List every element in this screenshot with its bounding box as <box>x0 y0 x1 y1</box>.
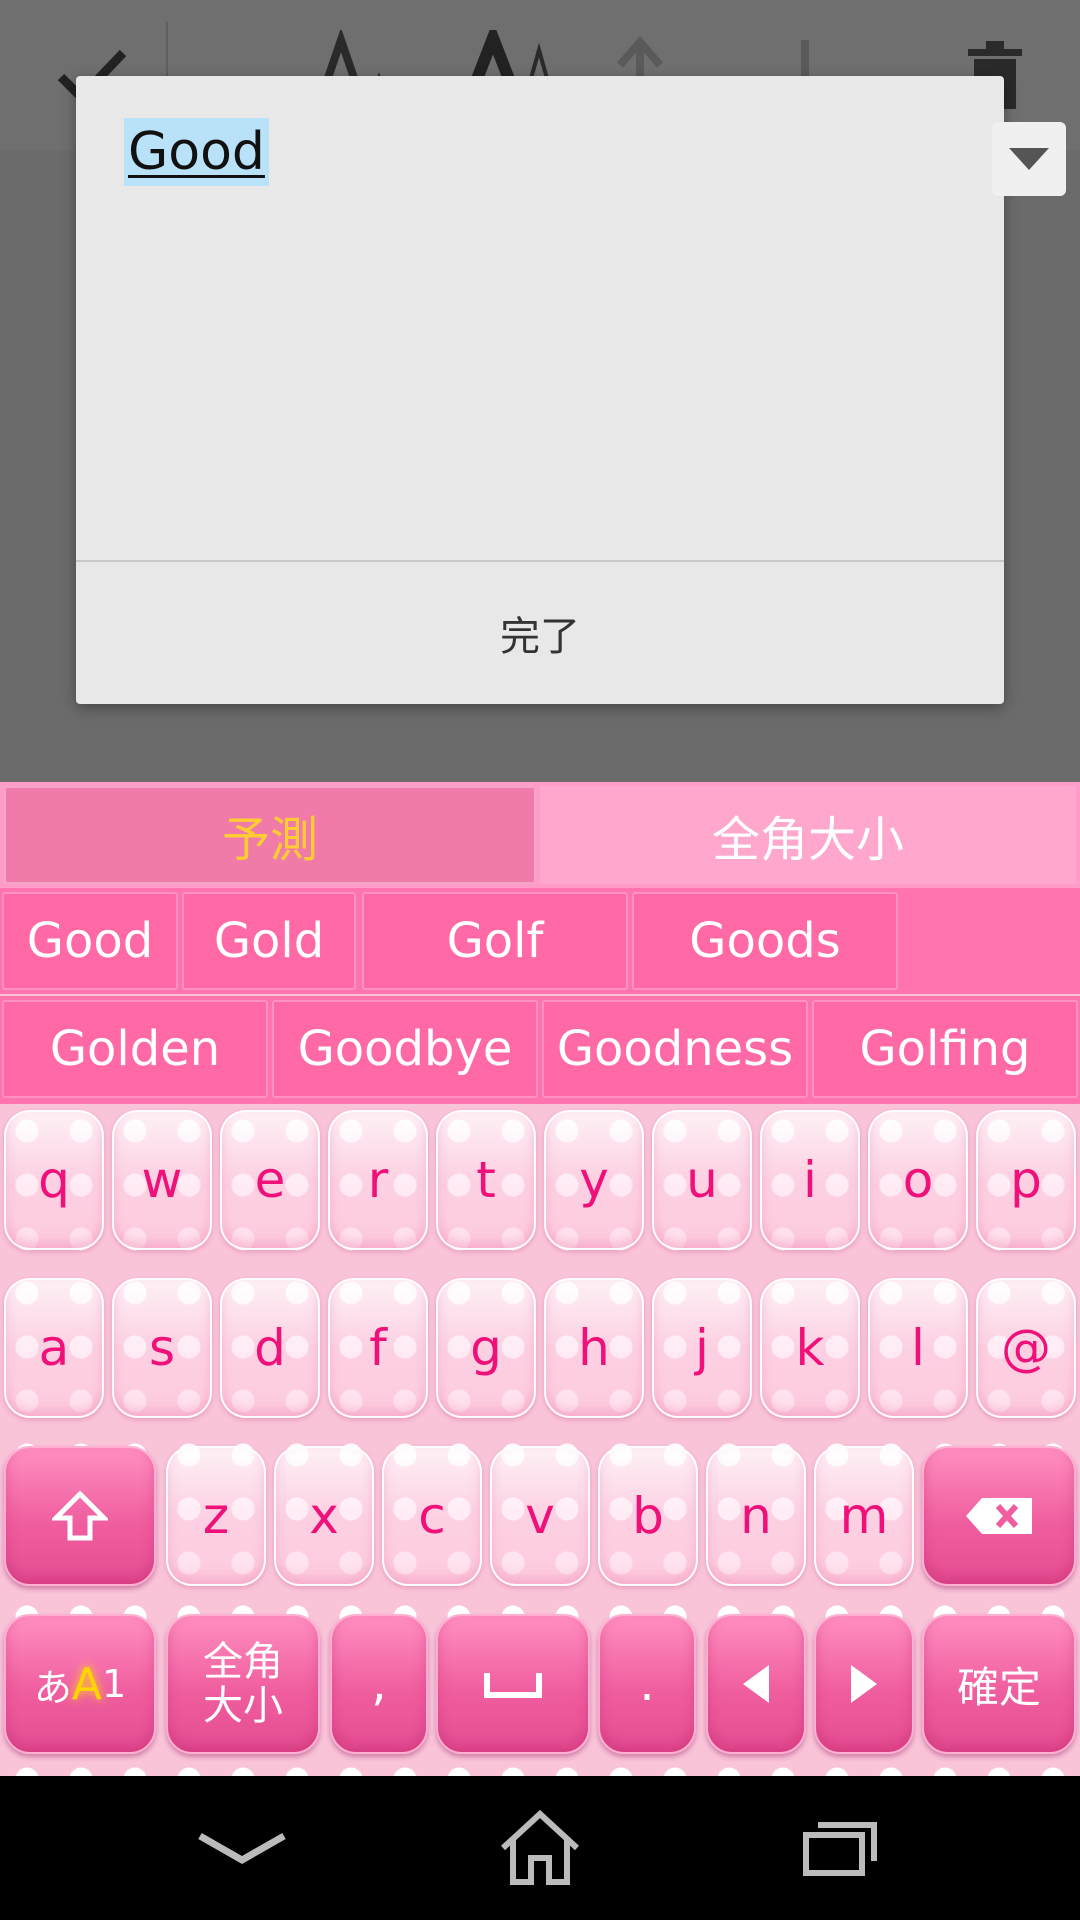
key-a[interactable]: a <box>4 1278 104 1418</box>
nav-recents-icon[interactable] <box>740 1776 940 1920</box>
candidate-row-2: Golden Goodbye Goodness Golfing <box>0 996 1080 1104</box>
cursor-left-key[interactable] <box>706 1614 806 1754</box>
key-r[interactable]: r <box>328 1110 428 1250</box>
key-j[interactable]: j <box>652 1278 752 1418</box>
arrow-left-icon <box>743 1665 769 1703</box>
candidate-golfing[interactable]: Golfing <box>812 1000 1078 1098</box>
fullwidth-line1: 全角 <box>203 1639 283 1685</box>
tab-fullwidth-case[interactable]: 全角大小 <box>540 786 1076 884</box>
candidate-gold[interactable]: Gold <box>182 892 356 990</box>
fullwidth-case-key[interactable]: 全角 大小 <box>166 1614 320 1754</box>
keyboard: 予測 全角大小 Good Gold Golf Goods Golden Good… <box>0 122 1080 1776</box>
backspace-icon <box>966 1498 1032 1534</box>
candidate-good[interactable]: Good <box>2 892 178 990</box>
key-d[interactable]: d <box>220 1278 320 1418</box>
done-button[interactable]: 完了 <box>76 562 1004 704</box>
key-x[interactable]: x <box>274 1446 374 1586</box>
input-mode-key[interactable]: あ A 1 <box>4 1614 156 1754</box>
key-f[interactable]: f <box>328 1278 428 1418</box>
cursor-right-key[interactable] <box>814 1614 914 1754</box>
key-b[interactable]: b <box>598 1446 698 1586</box>
space-icon <box>484 1673 542 1698</box>
key-k[interactable]: k <box>760 1278 860 1418</box>
candidate-golden[interactable]: Golden <box>2 1000 268 1098</box>
chevron-down-icon[interactable] <box>992 122 1066 196</box>
mode-alpha: A <box>71 1658 102 1710</box>
key-g[interactable]: g <box>436 1278 536 1418</box>
key-at[interactable]: @ <box>976 1278 1076 1418</box>
fullwidth-line2: 大小 <box>203 1683 283 1729</box>
navigation-bar <box>0 1776 1080 1920</box>
period-key[interactable]: . <box>598 1614 696 1754</box>
shift-key[interactable] <box>4 1446 156 1586</box>
key-t[interactable]: t <box>436 1110 536 1250</box>
key-w[interactable]: w <box>112 1110 212 1250</box>
candidate-golf[interactable]: Golf <box>362 892 628 990</box>
candidate-goodness[interactable]: Goodness <box>542 1000 808 1098</box>
key-i[interactable]: i <box>760 1110 860 1250</box>
key-m[interactable]: m <box>814 1446 914 1586</box>
candidate-goods[interactable]: Goods <box>632 892 898 990</box>
key-s[interactable]: s <box>112 1278 212 1418</box>
tab-prediction[interactable]: 予測 <box>4 786 536 884</box>
text-input[interactable]: Good <box>124 118 269 186</box>
mode-num: 1 <box>101 1662 127 1706</box>
keyboard-tabs: 予測 全角大小 <box>0 782 1080 888</box>
key-u[interactable]: u <box>652 1110 752 1250</box>
key-v[interactable]: v <box>490 1446 590 1586</box>
space-key[interactable] <box>436 1614 590 1754</box>
key-h[interactable]: h <box>544 1278 644 1418</box>
comma-key[interactable]: , <box>330 1614 428 1754</box>
shift-icon <box>52 1490 108 1541</box>
edit-dialog: Good 完了 <box>76 76 1004 704</box>
key-l[interactable]: l <box>868 1278 968 1418</box>
candidate-goodbye[interactable]: Goodbye <box>272 1000 538 1098</box>
confirm-key[interactable]: 確定 <box>922 1614 1076 1754</box>
backspace-key[interactable] <box>922 1446 1076 1586</box>
key-o[interactable]: o <box>868 1110 968 1250</box>
key-n[interactable]: n <box>706 1446 806 1586</box>
key-e[interactable]: e <box>220 1110 320 1250</box>
key-y[interactable]: y <box>544 1110 644 1250</box>
key-z[interactable]: z <box>166 1446 266 1586</box>
candidate-row-1: Good Gold Golf Goods <box>0 122 1080 994</box>
nav-home-icon[interactable] <box>440 1776 640 1920</box>
nav-back-icon[interactable] <box>142 1776 342 1920</box>
selected-text[interactable]: Good <box>124 118 269 186</box>
mode-hira: あ <box>33 1665 72 1710</box>
key-c[interactable]: c <box>382 1446 482 1586</box>
arrow-right-icon <box>851 1665 877 1703</box>
key-area: q w e r t y u i o p a s d f g h j k l @ … <box>0 1104 1080 1776</box>
key-p[interactable]: p <box>976 1110 1076 1250</box>
key-q[interactable]: q <box>4 1110 104 1250</box>
